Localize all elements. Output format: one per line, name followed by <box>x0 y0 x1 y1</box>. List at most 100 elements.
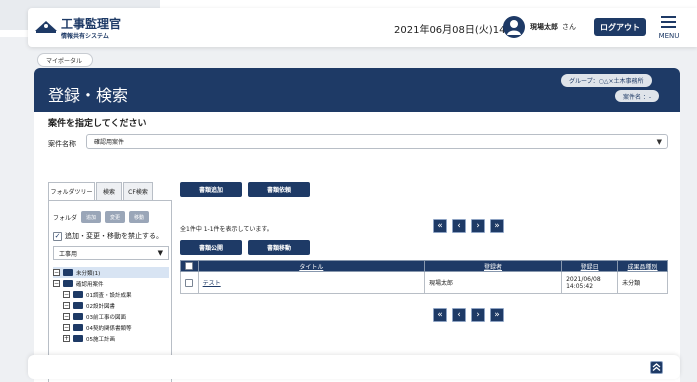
request-document-button[interactable]: 書類依頼 <box>248 182 310 197</box>
select-all-checkbox[interactable] <box>185 262 194 270</box>
tree-item-label: 05施工計画 <box>86 336 115 343</box>
tab-cf-search[interactable]: CF検索 <box>123 182 153 200</box>
last-page-icon[interactable]: » <box>490 219 504 233</box>
case-select-value: 確認用案件 <box>94 139 125 146</box>
lock-label: 追加・変更・移動を禁止する。 <box>65 232 163 240</box>
collapse-toggle-icon[interactable]: − <box>53 280 60 287</box>
cell-date: 2021/06/08 14:05:42 <box>561 271 619 294</box>
chevron-up-icon <box>652 363 661 371</box>
pager-bottom: « ‹ › » <box>433 308 509 322</box>
tree-item[interactable]: − 02設計図書 <box>53 300 169 311</box>
tree-item-label: 確認用案件 <box>76 281 104 288</box>
lock-checkbox[interactable]: ✓ <box>53 231 62 241</box>
user-name: 現場太郎 <box>530 23 558 31</box>
case-name-label: 案件名称 <box>48 140 76 148</box>
cell-registrant: 現場太郎 <box>423 271 563 294</box>
cell-date-day: 2021/06/08 <box>566 275 601 283</box>
tab-folder-tree[interactable]: フォルダツリー <box>48 182 95 200</box>
table-row[interactable]: テスト 現場太郎 2021/06/08 14:05:42 未分類 <box>180 271 668 294</box>
row-checkbox-cell[interactable] <box>180 271 199 294</box>
menu-button[interactable]: MENU <box>654 14 684 42</box>
collapse-toggle-icon[interactable]: − <box>63 313 70 320</box>
folder-icon <box>73 313 83 320</box>
tree-item[interactable]: + 05施工計画 <box>53 333 169 344</box>
folder-edit-button[interactable]: 変更 <box>105 211 126 223</box>
tree-item[interactable]: − 01調査・設計成果 <box>53 289 169 300</box>
tree-item-label: 04契約関係書類等 <box>86 325 132 332</box>
avatar <box>503 16 525 38</box>
dropdown-arrow-icon: ▼ <box>157 249 163 257</box>
cell-category: 未分類 <box>617 271 668 294</box>
folder-move-button[interactable]: 移動 <box>129 211 150 223</box>
collapse-toggle-icon[interactable]: − <box>63 324 70 331</box>
logout-button[interactable]: ログアウト <box>594 18 646 36</box>
publish-document-button[interactable]: 書類公開 <box>180 240 242 255</box>
case-select[interactable]: 確認用案件 ▼ <box>86 134 668 149</box>
folder-add-button[interactable]: 追加 <box>81 211 102 223</box>
tree-item-label: 02設計図書 <box>86 303 115 310</box>
case-badge: 案件名 ：- <box>615 90 660 102</box>
folder-icon <box>63 269 73 276</box>
tree-item-label: 01調査・設計成果 <box>86 292 132 299</box>
cell-title[interactable]: テスト <box>197 271 426 294</box>
folder-icon <box>73 291 83 298</box>
panel-header: 登録・検索 グループ：○△×土木事務所 案件名 ：- <box>34 68 680 112</box>
collapse-toggle-icon[interactable]: − <box>63 302 70 309</box>
row-checkbox[interactable] <box>185 278 194 287</box>
collapse-toggle-icon[interactable]: − <box>53 269 60 276</box>
main-panel: 登録・検索 グループ：○△×土木事務所 案件名 ：- 案件を指定してください 案… <box>34 68 680 382</box>
breadcrumb[interactable]: マイポータル <box>37 53 94 67</box>
tree-item[interactable]: − 未分類(1) <box>53 267 169 278</box>
specify-case-label: 案件を指定してください <box>48 119 147 129</box>
folder-icon <box>73 335 83 342</box>
lock-checkbox-row[interactable]: ✓ 追加・変更・移動を禁止する。 <box>53 231 163 241</box>
app-header: 工事監理官 情報共有システム 2021年06月08日(火)14:07 現場太郎 … <box>28 8 697 47</box>
result-summary: 全1件中 1-1件を表示しています。 <box>180 226 273 233</box>
tree-item[interactable]: − 04契約関係書類等 <box>53 322 169 333</box>
collapse-toggle-icon[interactable]: − <box>63 291 70 298</box>
last-page-icon[interactable]: » <box>490 308 504 322</box>
document-link[interactable]: テスト <box>203 280 221 287</box>
page-title: 登録・検索 <box>48 86 129 105</box>
left-tabs: フォルダツリー 検索 CF検索 <box>48 182 154 200</box>
prev-page-icon[interactable]: ‹ <box>452 308 466 322</box>
hamburger-icon <box>661 16 676 28</box>
tree-item-label: 未分類(1) <box>76 270 101 277</box>
tree-item-label: 03前工事の図面 <box>86 314 126 321</box>
select-all-header[interactable] <box>180 260 199 272</box>
next-page-icon[interactable]: › <box>471 308 485 322</box>
kind-select-value: 工事用 <box>59 250 78 258</box>
group-badge: グループ：○△×土木事務所 <box>561 74 652 87</box>
folder-icon <box>63 280 73 287</box>
expand-toggle-icon[interactable]: + <box>63 335 70 342</box>
tab-search[interactable]: 検索 <box>96 182 122 200</box>
tree-item[interactable]: − 確認用案件 <box>53 278 169 289</box>
move-document-button[interactable]: 書類移動 <box>248 240 310 255</box>
app-subtitle: 情報共有システム <box>61 33 109 40</box>
prev-page-icon[interactable]: ‹ <box>452 219 466 233</box>
user-honorific: さん <box>562 23 576 31</box>
scroll-top-button[interactable] <box>650 361 663 374</box>
folder-label: フォルダ <box>53 214 78 222</box>
folder-toolbar: フォルダ 追加 変更 移動 <box>53 211 153 223</box>
next-page-icon[interactable]: › <box>471 219 485 233</box>
folder-icon <box>73 302 83 309</box>
tree-item[interactable]: − 03前工事の図面 <box>53 311 169 322</box>
kind-select[interactable]: 工事用 ▼ <box>53 246 169 260</box>
column-title[interactable]: タイトル <box>197 260 426 272</box>
dropdown-arrow-icon: ▼ <box>656 138 662 146</box>
first-page-icon[interactable]: « <box>433 308 447 322</box>
logo-icon <box>35 21 57 33</box>
folder-icon <box>73 324 83 331</box>
menu-label: MENU <box>658 32 680 40</box>
column-registrant[interactable]: 登録者 <box>423 260 563 272</box>
user-icon <box>507 20 521 35</box>
folder-tree: − 未分類(1) − 確認用案件 − 01調査・設計成果 − 02設計図書 − <box>53 267 169 344</box>
breadcrumb-item-portal[interactable]: マイポータル <box>46 56 82 65</box>
first-page-icon[interactable]: « <box>433 219 447 233</box>
bottom-bar <box>28 355 680 379</box>
column-category[interactable]: 成果品種別 <box>617 260 668 272</box>
add-document-button[interactable]: 書類追加 <box>180 182 242 197</box>
column-date[interactable]: 登録日 <box>561 260 619 272</box>
app-title: 工事監理官 <box>61 17 122 31</box>
